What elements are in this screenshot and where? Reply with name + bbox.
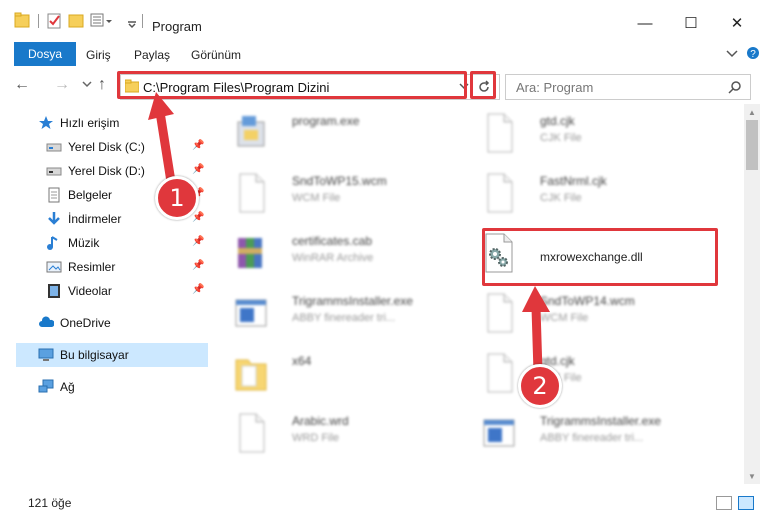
item-count: 121 öğe [28,496,72,510]
callout-badge-1: 1 [155,176,199,220]
callout-badge-2: 2 [518,364,562,408]
arrow-1-head [148,92,174,120]
status-bar: 121 öğe [0,490,769,515]
large-icons-view-button[interactable] [738,496,754,510]
arrow-2-shaft [531,303,543,377]
details-view-button[interactable] [716,496,732,510]
arrow-2-head [522,286,550,312]
annotation-arrows [148,92,550,377]
